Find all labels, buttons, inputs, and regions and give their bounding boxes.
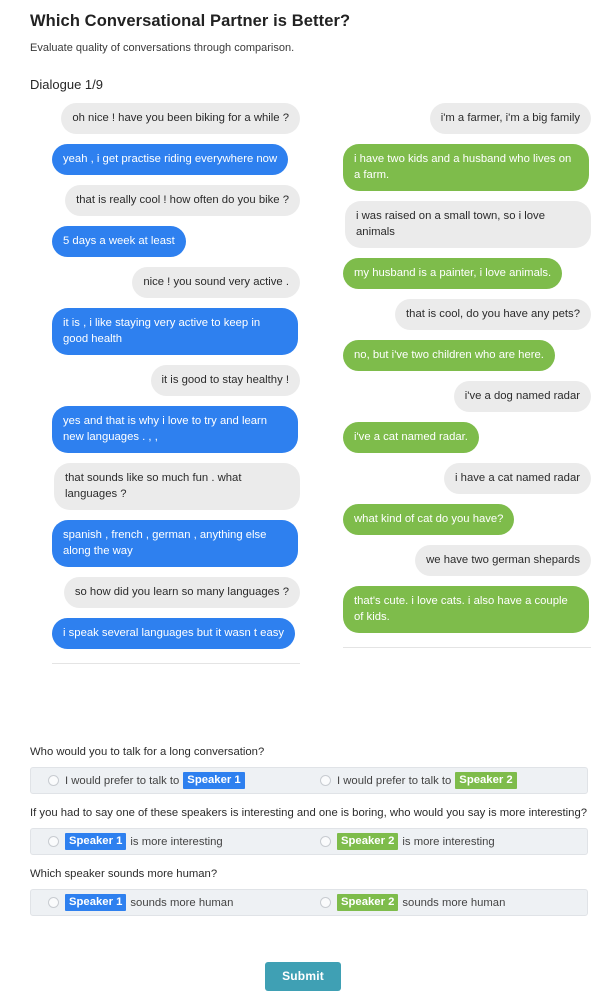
- message-row: my husband is a painter, i love animals.: [343, 257, 591, 289]
- message-bubble-partner: that sounds like so much fun . what lang…: [54, 462, 300, 510]
- page-subtitle: Evaluate quality of conversations throug…: [30, 41, 295, 54]
- conversation-divider: [343, 646, 591, 648]
- speaker-tag: Speaker 1: [183, 772, 245, 789]
- message-bubble-speaker: that's cute. i love cats. i also have a …: [343, 585, 589, 633]
- message-row: that is cool, do you have any pets?: [343, 298, 591, 330]
- message-row: 5 days a week at least: [52, 225, 300, 257]
- message-bubble-speaker: yeah , i get practise riding everywhere …: [52, 143, 289, 175]
- answer-options-row: Speaker 1 sounds more human Speaker 2 sound…: [30, 889, 588, 916]
- radio-button-icon[interactable]: [320, 775, 331, 786]
- option-suffix-text: is more interesting: [402, 835, 495, 848]
- answer-option-speaker-1[interactable]: Speaker 1 is more interesting: [48, 833, 320, 850]
- answer-option-speaker-1[interactable]: I would prefer to talk to Speaker 1: [48, 772, 320, 789]
- message-row: so how did you learn so many languages ?: [52, 576, 300, 608]
- message-bubble-speaker: i've a cat named radar.: [343, 421, 479, 453]
- message-bubble-speaker: it is , i like staying very active to ke…: [52, 307, 298, 355]
- radio-button-icon[interactable]: [48, 775, 59, 786]
- message-bubble-partner: oh nice ! have you been biking for a whi…: [61, 102, 300, 134]
- message-bubble-speaker: yes and that is why i love to try and le…: [52, 405, 298, 453]
- option-prefix-text: I would prefer to talk to: [337, 774, 452, 787]
- answer-option-speaker-1[interactable]: Speaker 1 sounds more human: [48, 894, 320, 911]
- message-bubble-partner: that is cool, do you have any pets?: [395, 298, 591, 330]
- speaker-tag: Speaker 1: [65, 894, 127, 911]
- message-row: spanish , french , german , anything els…: [52, 519, 300, 567]
- question-label: Which speaker sounds more human?: [30, 868, 218, 880]
- conversation-divider: [52, 662, 300, 664]
- option-suffix-text: sounds more human: [402, 896, 506, 909]
- message-row: it is good to stay healthy !: [52, 364, 300, 396]
- message-bubble-speaker: i speak several languages but it wasn t …: [52, 617, 296, 649]
- message-row: i'm a farmer, i'm a big family: [343, 102, 591, 134]
- radio-button-icon[interactable]: [48, 897, 59, 908]
- speaker-1-conversation: oh nice ! have you been biking for a whi…: [52, 102, 300, 664]
- answer-options-row: I would prefer to talk to Speaker 1I woul…: [30, 767, 588, 794]
- message-row: i have two kids and a husband who lives …: [343, 143, 591, 191]
- speaker-tag: Speaker 2: [337, 833, 399, 850]
- message-row: i've a dog named radar: [343, 380, 591, 412]
- page-title: Which Conversational Partner is Better?: [30, 12, 351, 30]
- speaker-tag: Speaker 1: [65, 833, 127, 850]
- message-bubble-partner: i've a dog named radar: [453, 380, 591, 412]
- evaluation-page: Which Conversational Partner is Better? …: [0, 0, 606, 991]
- message-bubble-speaker: 5 days a week at least: [52, 225, 186, 257]
- message-row: yeah , i get practise riding everywhere …: [52, 143, 300, 175]
- message-row: oh nice ! have you been biking for a whi…: [52, 102, 300, 134]
- message-bubble-speaker: spanish , french , german , anything els…: [52, 519, 298, 567]
- question-label: Who would you to talk for a long convers…: [30, 746, 265, 758]
- message-bubble-speaker: i have two kids and a husband who lives …: [343, 143, 589, 191]
- radio-button-icon[interactable]: [320, 897, 331, 908]
- message-row: we have two german shepards: [343, 544, 591, 576]
- answer-option-speaker-2[interactable]: I would prefer to talk to Speaker 2: [320, 772, 517, 789]
- message-row: i was raised on a small town, so i love …: [343, 200, 591, 248]
- submit-container: Submit: [0, 962, 606, 991]
- message-bubble-speaker: what kind of cat do you have?: [343, 503, 515, 535]
- radio-button-icon[interactable]: [48, 836, 59, 847]
- submit-button[interactable]: Submit: [265, 962, 341, 991]
- message-row: i've a cat named radar.: [343, 421, 591, 453]
- speaker-2-conversation: i'm a farmer, i'm a big family i have two…: [343, 102, 591, 648]
- message-row: i speak several languages but it wasn t …: [52, 617, 300, 649]
- answer-option-speaker-2[interactable]: Speaker 2 sounds more human: [320, 894, 505, 911]
- message-row: nice ! you sound very active .: [52, 266, 300, 298]
- message-row: that sounds like so much fun . what lang…: [52, 462, 300, 510]
- message-bubble-partner: so how did you learn so many languages ?: [63, 576, 300, 608]
- message-row: it is , i like staying very active to ke…: [52, 307, 300, 355]
- message-row: yes and that is why i love to try and le…: [52, 405, 300, 453]
- message-row: i have a cat named radar: [343, 462, 591, 494]
- message-row: no, but i've two children who are here.: [343, 339, 591, 371]
- message-row: that is really cool ! how often do you b…: [52, 184, 300, 216]
- option-suffix-text: sounds more human: [130, 896, 234, 909]
- speaker-tag: Speaker 2: [337, 894, 399, 911]
- message-bubble-partner: it is good to stay healthy !: [150, 364, 300, 396]
- message-row: that's cute. i love cats. i also have a …: [343, 585, 591, 633]
- message-bubble-partner: we have two german shepards: [415, 544, 591, 576]
- message-bubble-partner: nice ! you sound very active .: [132, 266, 300, 298]
- answer-option-speaker-2[interactable]: Speaker 2 is more interesting: [320, 833, 495, 850]
- message-bubble-partner: that is really cool ! how often do you b…: [65, 184, 300, 216]
- question-label: If you had to say one of these speakers …: [30, 807, 588, 819]
- questions-section: Who would you to talk for a long convers…: [0, 745, 606, 928]
- message-bubble-speaker: my husband is a painter, i love animals.: [343, 257, 563, 289]
- page-header: Which Conversational Partner is Better? …: [0, 0, 606, 55]
- answer-options-row: Speaker 1 is more interesting Speaker 2 is …: [30, 828, 588, 855]
- message-bubble-partner: i have a cat named radar: [444, 462, 591, 494]
- dialogue-counter: Dialogue 1/9: [30, 77, 103, 93]
- option-prefix-text: I would prefer to talk to: [65, 774, 180, 787]
- message-row: what kind of cat do you have?: [343, 503, 591, 535]
- radio-button-icon[interactable]: [320, 836, 331, 847]
- speaker-tag: Speaker 2: [455, 772, 517, 789]
- message-bubble-partner: i was raised on a small town, so i love …: [345, 200, 591, 248]
- option-suffix-text: is more interesting: [130, 835, 223, 848]
- conversations-container: oh nice ! have you been biking for a whi…: [0, 102, 606, 703]
- message-bubble-speaker: no, but i've two children who are here.: [343, 339, 555, 371]
- message-bubble-partner: i'm a farmer, i'm a big family: [429, 102, 591, 134]
